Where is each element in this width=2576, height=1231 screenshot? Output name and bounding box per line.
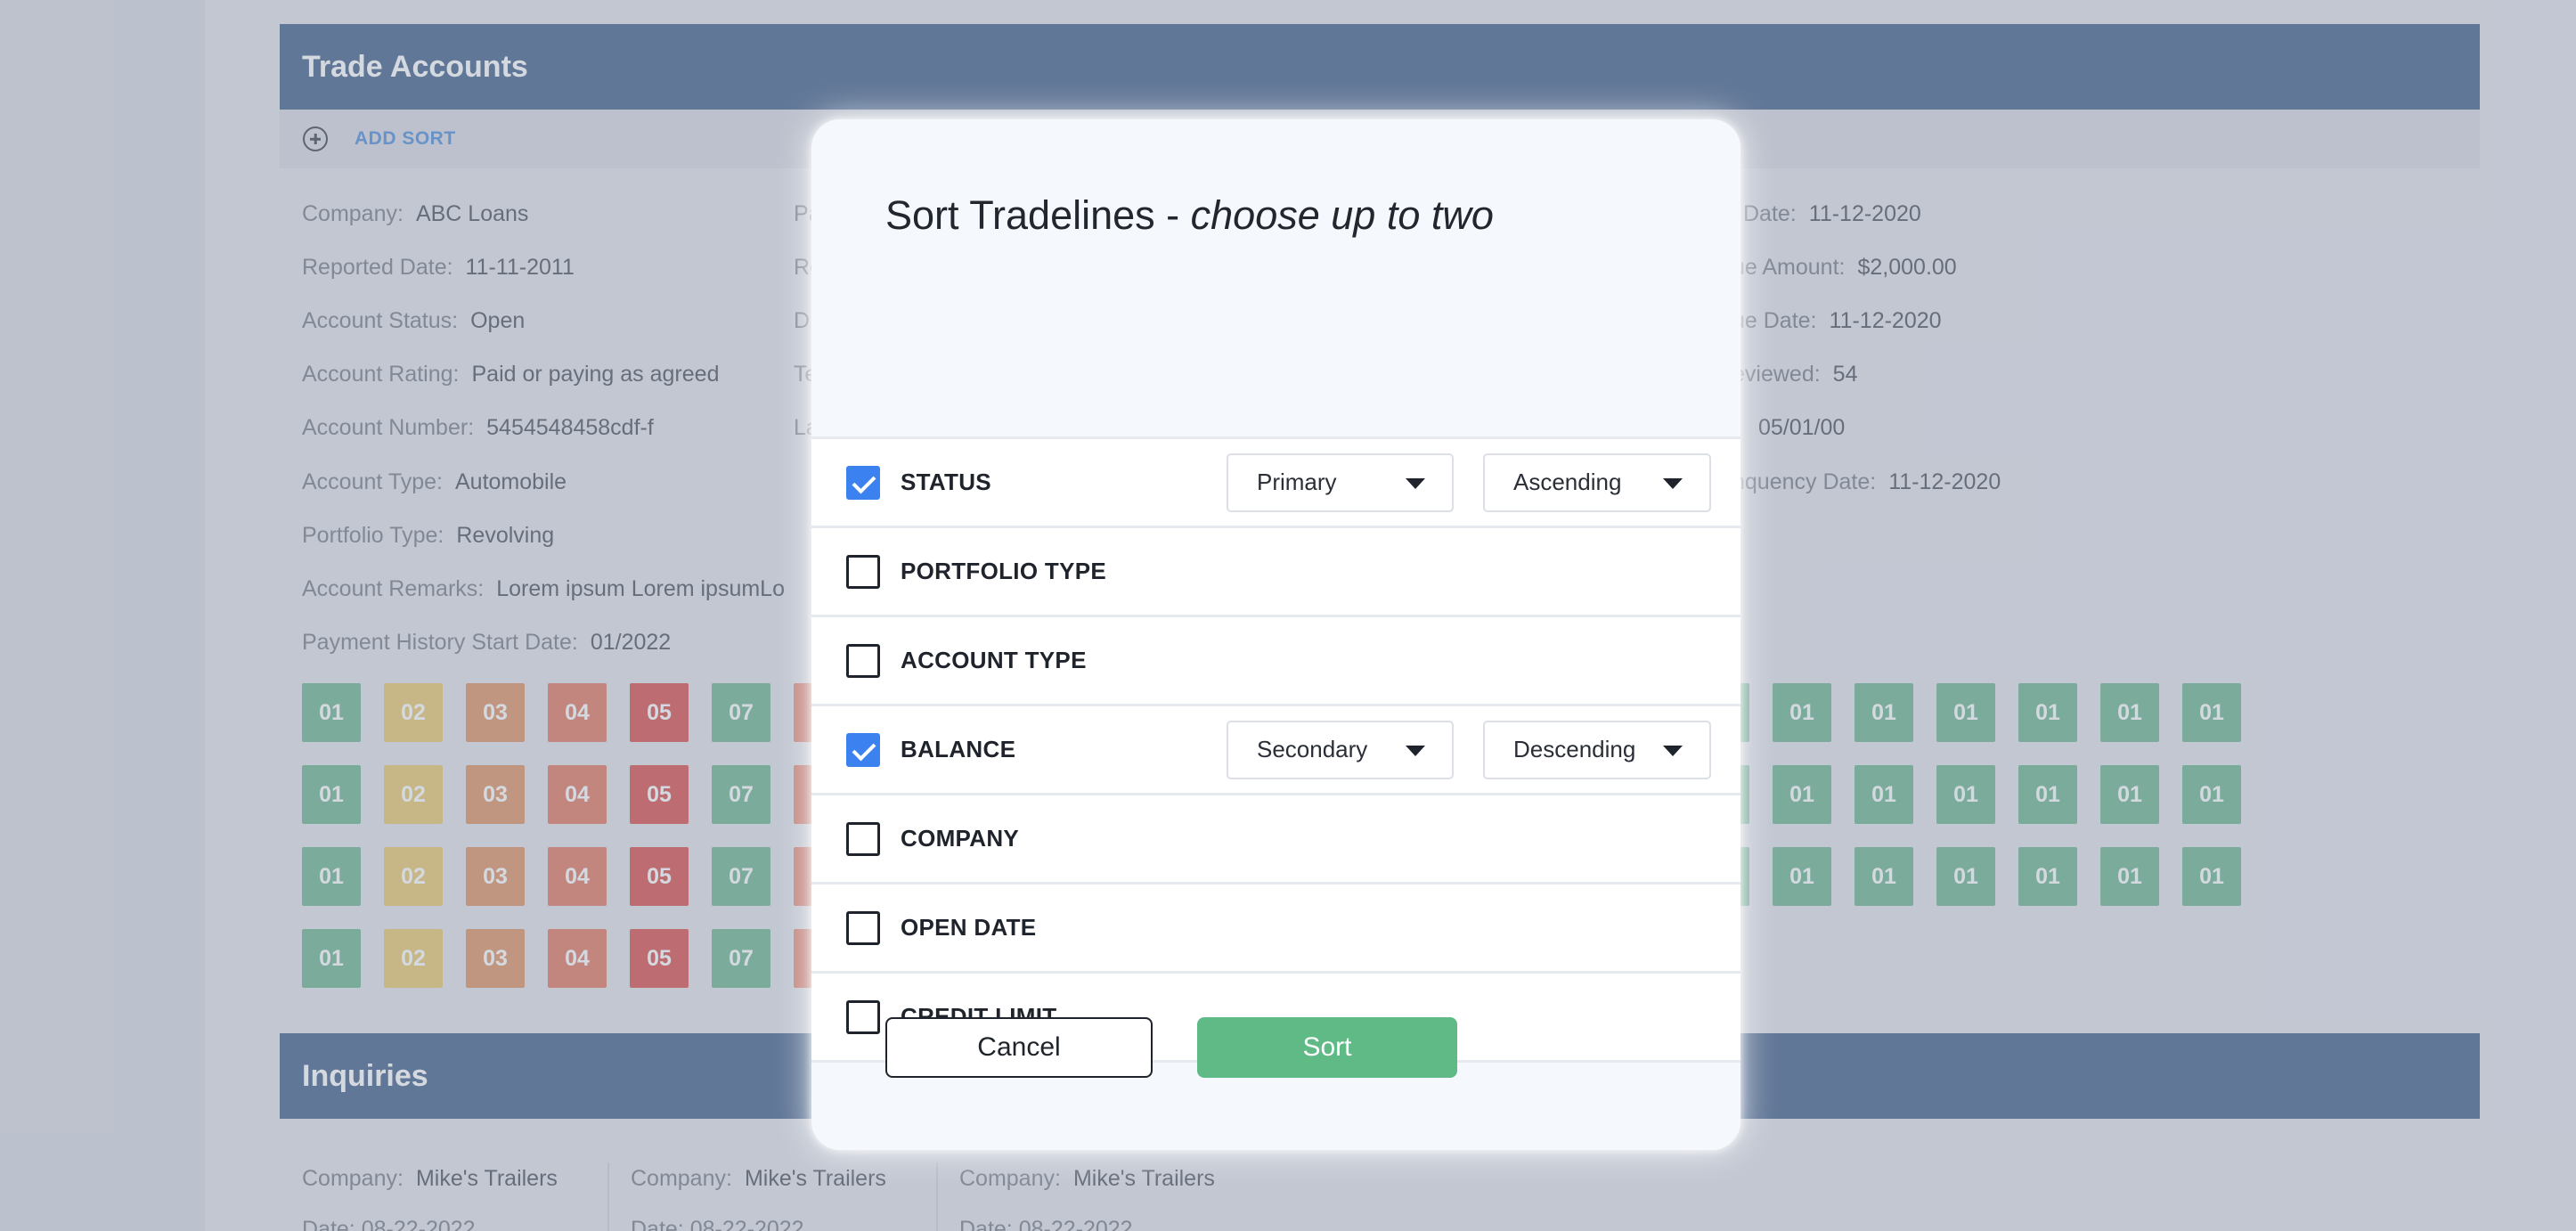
balance-checkbox[interactable] (846, 732, 880, 767)
modal-title: Sort Tradelines - choose up to two (885, 192, 1494, 238)
balance-direction-select[interactable]: Descending (1483, 720, 1711, 779)
portfolio-type-checkbox[interactable] (846, 554, 880, 589)
status-priority-select[interactable]: Primary (1227, 452, 1454, 512)
sort-option-label: STATUS (901, 469, 991, 495)
sort-options-list: STATUS Primary Ascending PORTFOLIO TYPE … (811, 436, 1740, 1063)
sort-option-open-date[interactable]: OPEN DATE (811, 885, 1740, 974)
sort-option-label: BALANCE (901, 736, 1016, 762)
sort-button[interactable]: Sort (1197, 1017, 1457, 1078)
balance-priority-select[interactable]: Secondary (1227, 720, 1454, 779)
sort-tradelines-modal: Sort Tradelines - choose up to two STATU… (811, 119, 1740, 1150)
sort-option-label: ACCOUNT TYPE (901, 647, 1087, 673)
sort-option-label: COMPANY (901, 825, 1020, 852)
status-checkbox[interactable] (846, 465, 880, 500)
sort-option-label: OPEN DATE (901, 914, 1037, 941)
chevron-down-icon (1406, 745, 1425, 756)
chevron-down-icon (1663, 477, 1683, 489)
sort-option-label: PORTFOLIO TYPE (901, 558, 1106, 584)
company-checkbox[interactable] (846, 821, 880, 856)
status-direction-select[interactable]: Ascending (1483, 452, 1711, 512)
credit-limit-checkbox[interactable] (846, 999, 880, 1034)
cancel-button[interactable]: Cancel (885, 1017, 1153, 1078)
chevron-down-icon (1663, 745, 1683, 756)
open-date-checkbox[interactable] (846, 910, 880, 945)
sort-option-company[interactable]: COMPANY (811, 795, 1740, 885)
sort-option-balance[interactable]: BALANCE Secondary Descending (811, 706, 1740, 795)
account-type-checkbox[interactable] (846, 643, 880, 678)
sort-option-account-type[interactable]: ACCOUNT TYPE (811, 617, 1740, 706)
sort-option-status[interactable]: STATUS Primary Ascending (811, 439, 1740, 528)
sort-option-portfolio-type[interactable]: PORTFOLIO TYPE (811, 528, 1740, 617)
chevron-down-icon (1406, 477, 1425, 489)
